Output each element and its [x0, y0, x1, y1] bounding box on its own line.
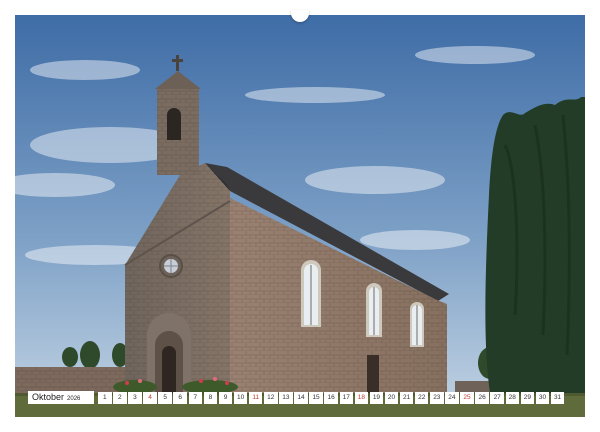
day-cell: 12	[264, 391, 278, 404]
day-cell: 18	[354, 391, 369, 404]
day-cell: 20	[384, 391, 399, 404]
day-cell: 6	[173, 391, 187, 404]
church-photo	[15, 15, 585, 417]
day-cell: 4	[143, 391, 157, 404]
day-cell: 7	[188, 391, 203, 404]
day-cell: 1	[98, 391, 112, 404]
day-cell: 13	[279, 391, 293, 404]
day-cell: 29	[520, 391, 535, 404]
day-cell: 3	[128, 391, 142, 404]
day-cell: 2	[113, 391, 127, 404]
day-cell: 27	[490, 391, 504, 404]
month-name: Oktober	[32, 392, 65, 402]
side-door	[367, 355, 379, 393]
day-cell: 9	[218, 391, 233, 404]
day-cell: 21	[399, 391, 414, 404]
day-cell: 8	[203, 391, 218, 404]
month-label: Oktober 2026	[28, 391, 94, 404]
front-door	[162, 346, 176, 393]
day-cell: 30	[535, 391, 550, 404]
day-cell: 11	[248, 391, 263, 404]
day-cell: 23	[430, 391, 444, 404]
calendar-strip: Oktober 2026 1 2 3 4 5 6 7 8 9 10 11 12 13 14 15 16 17 18…	[28, 391, 565, 404]
day-cell: 25	[460, 391, 474, 404]
day-cell: 10	[233, 391, 248, 404]
day-cell: 15	[309, 391, 323, 404]
day-cell: 14	[294, 391, 308, 404]
day-cell: 17	[339, 391, 353, 404]
day-cell: 24	[445, 391, 459, 404]
day-cell: 19	[369, 391, 384, 404]
day-cell: 16	[324, 391, 338, 404]
year-label: 2026	[67, 396, 81, 402]
day-cell: 5	[158, 391, 172, 404]
day-cell: 31	[550, 391, 565, 404]
day-cell: 26	[475, 391, 489, 404]
day-cell: 22	[414, 391, 429, 404]
day-cells: 1 2 3 4 5 6 7 8 9 10 11 12 13 14 15 16 17 18 19 20 21 22 23 24 2…	[98, 391, 565, 404]
day-cell: 28	[505, 391, 520, 404]
